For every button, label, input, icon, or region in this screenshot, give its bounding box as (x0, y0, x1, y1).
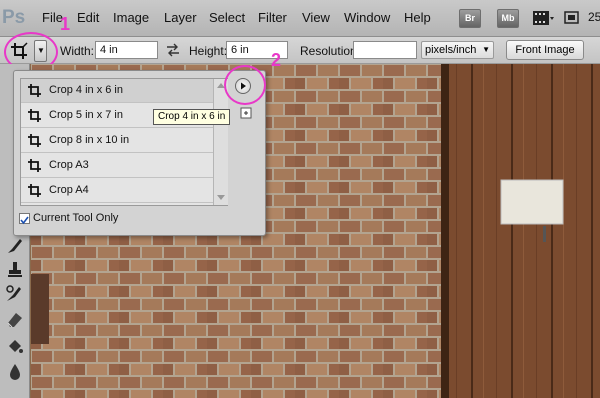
front-image-button[interactable]: Front Image (506, 40, 584, 60)
current-tool-only-label: Current Tool Only (33, 212, 119, 224)
photoshop-logo: Ps (2, 7, 26, 28)
menu-image[interactable]: Image (113, 9, 149, 27)
width-field[interactable]: 4 in (95, 41, 158, 59)
filmstrip-icon[interactable] (531, 8, 555, 28)
preset-list: Crop 4 in x 6 in Crop 5 in x 7 in Crop 8… (20, 78, 228, 206)
blur-tool-icon[interactable] (5, 362, 25, 382)
menu-edit[interactable]: Edit (77, 9, 99, 27)
preset-label: Crop A4 (49, 184, 89, 196)
menu-window[interactable]: Window (344, 9, 390, 27)
callout-number-2: 2 (271, 50, 282, 70)
screen-mode-icon[interactable] (564, 10, 580, 26)
crop-preset-icon (27, 158, 43, 174)
bridge-button[interactable]: Br (459, 9, 481, 28)
menu-layer[interactable]: Layer (164, 9, 197, 27)
history-brush-tool-icon[interactable] (5, 284, 25, 304)
callout-circle-2 (224, 65, 266, 105)
mini-bridge-button[interactable]: Mb (497, 9, 519, 28)
preset-label: Crop 4 in x 6 in (49, 84, 123, 96)
crop-preset-icon (27, 83, 43, 99)
preset-label: Crop 8 in x 10 in (49, 134, 130, 146)
swap-dimensions-icon[interactable] (166, 43, 180, 57)
paint-bucket-tool-icon[interactable] (5, 336, 25, 356)
resolution-unit-value: pixels/inch (425, 44, 477, 56)
current-tool-only-checkbox[interactable] (19, 213, 30, 225)
callout-number-1: 1 (60, 14, 71, 34)
scroll-down-icon[interactable] (217, 195, 225, 200)
menu-view[interactable]: View (302, 9, 330, 27)
height-label: Height: (189, 44, 228, 58)
preset-item[interactable]: Crop A3 (21, 154, 213, 178)
crop-preset-icon (27, 133, 43, 149)
preset-label: Crop 5 in x 7 in (49, 109, 123, 121)
menu-bar: Ps File Edit Image Layer Select Filter V… (0, 0, 600, 37)
preset-item[interactable]: Crop 4 in x 6 in (21, 79, 213, 103)
preset-item[interactable]: Crop 8 in x 10 in (21, 129, 213, 153)
menu-filter[interactable]: Filter (258, 9, 287, 27)
stamp-tool-icon[interactable] (5, 260, 25, 280)
preset-label: Crop A3 (49, 159, 89, 171)
width-label: Width: (60, 44, 95, 58)
chevron-down-icon: ▼ (482, 45, 490, 54)
menu-help[interactable]: Help (404, 9, 431, 27)
eraser-tool-icon[interactable] (5, 310, 25, 330)
options-bar: Width: 4 in Height: 6 in Resolution: pix… (0, 37, 600, 64)
new-preset-icon[interactable] (240, 107, 252, 119)
resolution-field[interactable] (353, 41, 417, 59)
crop-preset-icon (27, 183, 43, 199)
preset-tooltip: Crop 4 in x 6 in (153, 109, 231, 125)
brush-tool-icon[interactable] (5, 236, 25, 256)
menu-select[interactable]: Select (209, 9, 245, 27)
zoom-level: 25 (588, 10, 600, 24)
preset-item[interactable]: Crop A4 (21, 179, 213, 203)
resolution-unit-select[interactable]: pixels/inch ▼ (421, 41, 494, 59)
checkmark-icon (20, 216, 29, 225)
crop-preset-icon (27, 108, 43, 124)
resolution-label: Resolution: (300, 44, 361, 58)
preset-list-scrollbar[interactable] (213, 79, 228, 205)
